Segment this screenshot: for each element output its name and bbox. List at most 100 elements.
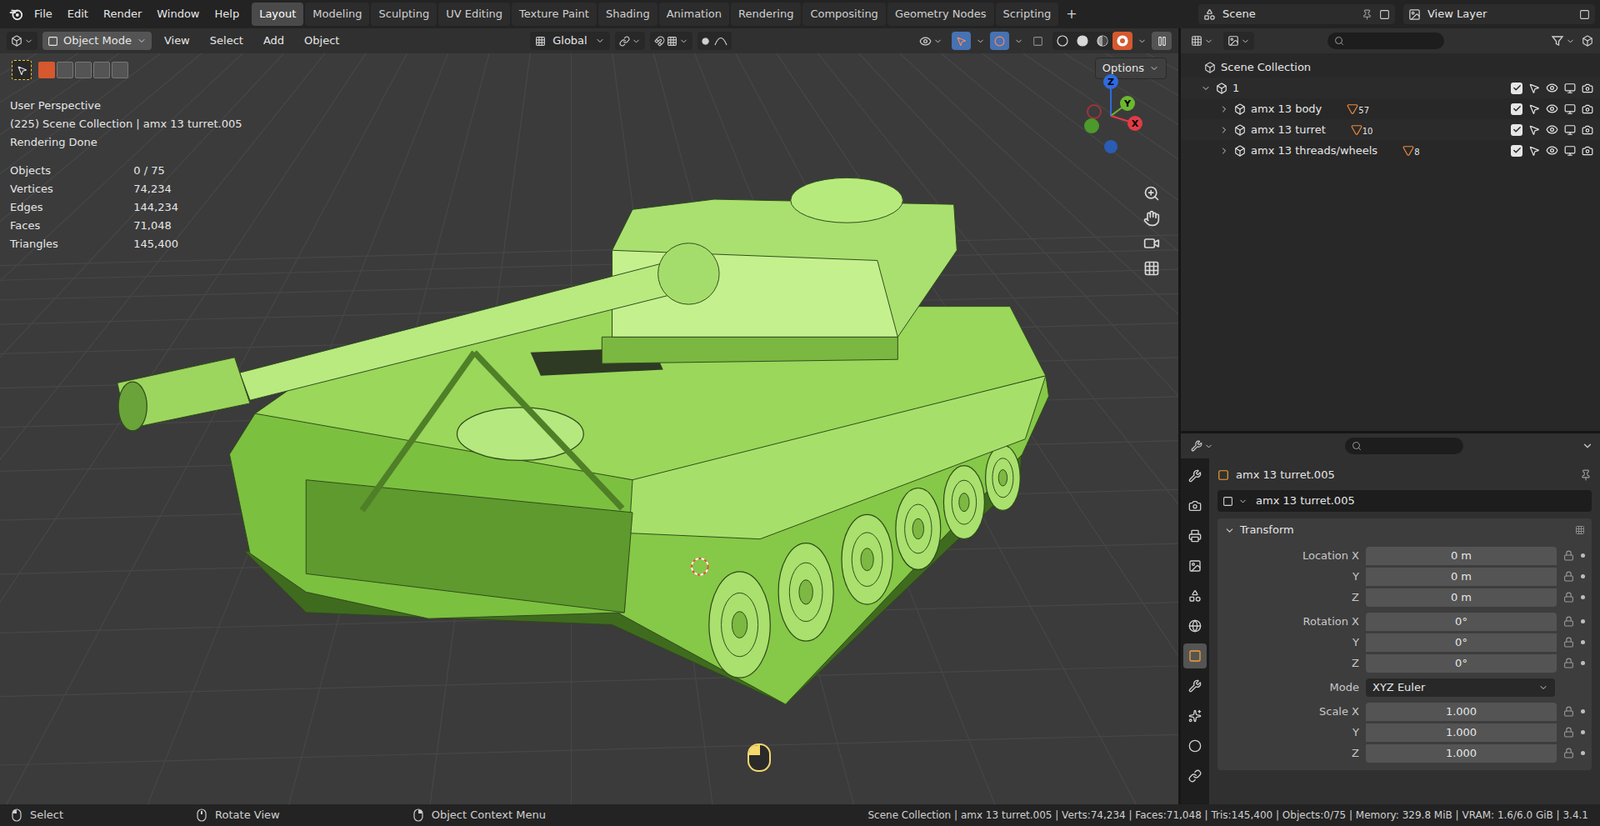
orientation-dropdown[interactable]: Global [530,31,610,50]
expand-arrow-icon[interactable] [1219,145,1230,156]
keyframe-dot[interactable] [1580,660,1585,665]
new-collection-button[interactable] [1581,35,1594,47]
properties-tab[interactable] [1183,733,1207,759]
viewport-disable-icon[interactable] [1564,103,1576,115]
collection-checkbox[interactable] [1510,124,1523,136]
keyframe-dot[interactable] [1580,640,1585,645]
property-field[interactable]: 1.000 [1365,723,1557,742]
properties-tab[interactable] [1183,643,1207,669]
navigation-gizmo-icon[interactable]: ZYX [1073,70,1157,154]
render-disable-icon[interactable] [1581,124,1594,136]
collection-checkbox[interactable] [1510,145,1523,157]
render-disable-icon[interactable] [1581,145,1594,157]
menu-item[interactable]: File [26,5,60,23]
workspace-tab[interactable]: Animation [659,2,730,26]
workspace-tab[interactable]: Geometry Nodes [887,2,995,26]
expand-arrow-icon[interactable] [1200,83,1211,94]
workspace-tab[interactable]: Rendering [730,2,801,26]
viewport-menu[interactable]: Object [296,32,347,50]
editor-type-button[interactable] [1187,31,1217,50]
property-field[interactable]: 0° [1365,612,1557,631]
visible-icon[interactable] [1545,123,1559,136]
object-data-field[interactable]: amx 13 turret.005 [1217,490,1592,512]
keyframe-dot[interactable] [1580,553,1585,558]
property-field[interactable]: 0° [1365,654,1557,673]
selectable-icon[interactable] [1528,145,1540,157]
properties-tab[interactable] [1183,613,1207,639]
lock-icon[interactable] [1563,615,1575,627]
chevron-icon[interactable] [1014,36,1024,46]
lock-icon[interactable] [1563,747,1575,759]
editor-type-button[interactable] [1187,436,1217,455]
workspace-tab[interactable]: Texture Paint [511,2,597,26]
lock-icon[interactable] [1563,657,1575,669]
tool-button[interactable] [11,60,32,80]
visible-icon[interactable] [1545,81,1559,95]
workspace-tab[interactable]: Shading [598,2,658,26]
properties-tab[interactable] [1183,493,1207,519]
gizmo-toggle[interactable] [951,31,971,50]
new-view-layer-icon[interactable] [1579,9,1590,20]
lock-icon[interactable] [1563,705,1575,717]
keyframe-dot[interactable] [1580,574,1585,579]
keyframe-dot[interactable] [1580,730,1585,735]
collection-checkbox[interactable] [1510,82,1523,95]
select-mode-button[interactable] [38,61,55,79]
property-field[interactable]: 0° [1365,633,1557,652]
properties-tab[interactable] [1183,463,1207,489]
viewport[interactable]: User Perspective(225) Scene Collection |… [0,53,1179,805]
add-workspace-button[interactable]: + [1060,2,1083,26]
outliner-row[interactable]: Scene Collection [1180,56,1600,78]
properties-tab[interactable] [1183,703,1207,729]
select-mode-button[interactable] [56,61,74,79]
outliner-search[interactable] [1327,32,1445,50]
properties-tab[interactable] [1183,673,1207,699]
shading-button[interactable] [1112,31,1133,50]
chevron-icon[interactable] [1137,36,1147,46]
render-disable-icon[interactable] [1581,82,1594,95]
lock-icon[interactable] [1563,726,1575,738]
workspace-tab[interactable]: UV Editing [438,2,510,26]
select-mode-button[interactable] [93,61,110,79]
menu-item[interactable]: Window [149,5,207,23]
property-field[interactable]: 0 m [1365,588,1557,607]
drag-handle-icon[interactable] [1575,525,1585,535]
keyframe-dot[interactable] [1580,709,1585,714]
outliner-row[interactable]: 1 [1180,77,1600,99]
display-mode-button[interactable] [1223,31,1255,50]
snap-button[interactable] [650,31,693,50]
visibility-button[interactable] [915,31,947,50]
expand-arrow-icon[interactable] [1219,125,1230,135]
panel-header[interactable]: Transform [1217,518,1592,542]
outliner-row[interactable]: amx 13 turret10 [1180,119,1600,140]
workspace-tab[interactable]: Compositing [802,2,886,26]
blender-logo-icon[interactable] [8,6,24,22]
property-field[interactable]: 0 m [1365,567,1557,586]
selectable-icon[interactable] [1528,82,1540,95]
collapse-icon[interactable] [1581,440,1594,452]
proportional-button[interactable] [697,31,732,50]
viewport-menu[interactable]: Add [255,32,292,50]
viewport-disable-icon[interactable] [1564,145,1576,157]
visible-icon[interactable] [1545,102,1559,115]
keyframe-dot[interactable] [1580,619,1585,624]
property-dropdown[interactable]: XYZ Euler [1365,678,1555,697]
expand-arrow-icon[interactable] [1219,104,1230,115]
workspace-tab[interactable]: Layout [251,2,304,26]
properties-tab[interactable] [1183,763,1207,789]
property-field[interactable]: 0 m [1365,546,1557,565]
outliner-row[interactable]: amx 13 threads/wheels8 [1180,140,1600,161]
view-layer-selector[interactable]: View Layer [1403,4,1595,25]
pin-icon[interactable] [1580,469,1592,481]
new-scene-icon[interactable] [1379,9,1390,20]
keyframe-dot[interactable] [1580,750,1585,755]
properties-tab[interactable] [1183,583,1207,609]
properties-search[interactable] [1345,437,1464,455]
property-field[interactable]: 1.000 [1365,702,1557,721]
lock-icon[interactable] [1563,550,1575,561]
scene-selector[interactable]: Scene [1198,4,1395,25]
workspace-tab[interactable]: Modeling [305,2,370,26]
workspace-tab[interactable]: Scripting [995,2,1060,26]
zoom-icon[interactable] [1143,185,1160,202]
pivot-button[interactable] [615,31,645,50]
